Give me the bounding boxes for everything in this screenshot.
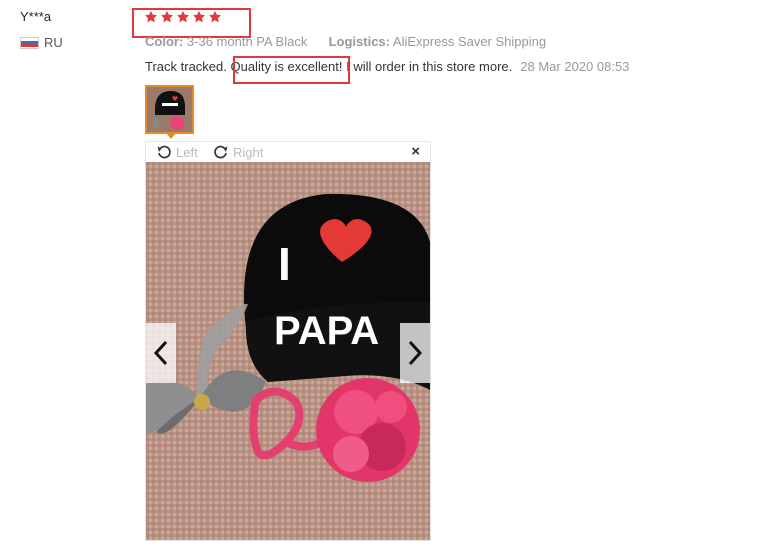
quality-highlight-box	[233, 56, 350, 84]
rotate-left-button[interactable]: Left	[156, 144, 198, 160]
chevron-left-icon	[153, 340, 168, 366]
svg-text:PAPA: PAPA	[274, 309, 379, 353]
svg-text:I: I	[278, 238, 291, 290]
review-text: Track tracked. Quality is excellent! I w…	[145, 59, 629, 74]
close-viewer-button[interactable]: ×	[411, 143, 420, 160]
rotate-right-label: Right	[233, 144, 264, 160]
logistics-value: AliExpress Saver Shipping	[392, 34, 547, 49]
photo-viewer: Left Right × I PAPA	[145, 141, 431, 541]
review-text-end: I will order in this store more.	[342, 59, 513, 74]
review-text-start: Track tracked.	[145, 59, 231, 74]
review-meta: Color: 3-36 month PA Black Logistics: Al…	[145, 34, 546, 49]
country-code: RU	[44, 35, 63, 50]
reviewer-country: RU	[20, 35, 63, 50]
thumbnail-image	[147, 87, 192, 132]
logistics-label: Logistics:	[328, 34, 390, 49]
previous-photo-button[interactable]	[146, 323, 176, 383]
next-photo-button[interactable]	[400, 323, 430, 383]
review-photo-image: I PAPA	[146, 162, 430, 540]
rotate-left-icon	[157, 145, 171, 159]
review-date: 28 Mar 2020 08:53	[520, 59, 630, 74]
rotate-right-button[interactable]: Right	[213, 144, 263, 160]
rotate-right-icon	[214, 145, 228, 159]
chevron-right-icon	[408, 340, 423, 366]
viewer-toolbar: Left Right ×	[146, 142, 430, 162]
color-label: Color:	[145, 34, 184, 49]
rotate-left-label: Left	[176, 144, 198, 160]
color-value: 3-36 month PA Black	[186, 34, 308, 49]
reviewer-name: Y***a	[20, 9, 52, 24]
review-photo: I PAPA	[146, 162, 430, 540]
review-photo-thumbnail[interactable]	[145, 85, 194, 134]
russia-flag-icon	[20, 36, 39, 49]
thumbnail-selected-caret	[166, 133, 176, 139]
